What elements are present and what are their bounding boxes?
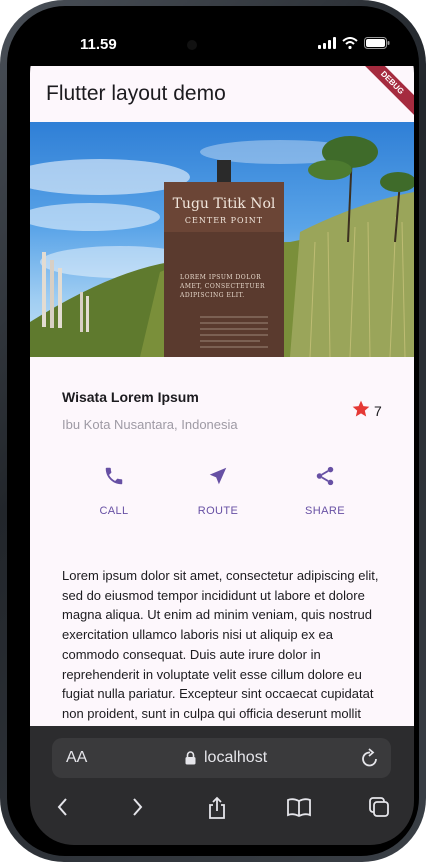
lock-icon bbox=[185, 751, 196, 765]
browser-nav-row bbox=[30, 796, 414, 826]
share-label: SHARE bbox=[305, 505, 345, 517]
route-label: ROUTE bbox=[197, 505, 239, 517]
share-icon bbox=[316, 466, 334, 486]
place-location: Ibu Kota Nusantara, Indonesia bbox=[62, 417, 238, 432]
text-size-button[interactable]: AA bbox=[66, 749, 87, 767]
share-button[interactable]: SHARE bbox=[285, 465, 365, 517]
signal-icon bbox=[318, 37, 336, 49]
bookmarks-icon[interactable] bbox=[286, 796, 312, 818]
reload-icon[interactable] bbox=[361, 748, 379, 768]
phone-screen: 11.59 Flutter layout demo DEBUG Tugu Tit… bbox=[30, 29, 414, 845]
app-title: Flutter layout demo bbox=[46, 82, 226, 105]
sign-line-1: LOREM IPSUM DOLOR bbox=[180, 274, 261, 281]
status-icons bbox=[318, 37, 390, 49]
sign-line-3: ADIPISCING ELIT. bbox=[179, 292, 245, 299]
battery-icon bbox=[364, 37, 390, 49]
front-camera bbox=[187, 40, 197, 50]
forward-icon[interactable] bbox=[128, 796, 146, 818]
hero-illustration: Tugu Titik Nol CENTER POINT LOREM IPSUM … bbox=[30, 136, 414, 357]
back-icon[interactable] bbox=[54, 796, 72, 818]
address-bar[interactable]: AA localhost bbox=[52, 738, 391, 778]
wifi-icon bbox=[342, 37, 358, 49]
place-name: Wisata Lorem Ipsum bbox=[62, 389, 199, 405]
sign-subtitle: CENTER POINT bbox=[185, 216, 263, 225]
action-buttons: CALL ROUTE SHARE bbox=[30, 449, 414, 529]
navigation-icon bbox=[209, 467, 227, 485]
browser-toolbar: AA localhost bbox=[30, 726, 414, 845]
share-sheet-icon[interactable] bbox=[206, 796, 228, 820]
debug-banner: DEBUG bbox=[353, 66, 414, 122]
star-icon bbox=[352, 400, 370, 417]
call-button[interactable]: CALL bbox=[74, 465, 154, 517]
app-bar: Flutter layout demo DEBUG bbox=[30, 66, 414, 122]
hero-image: Tugu Titik Nol CENTER POINT LOREM IPSUM … bbox=[30, 122, 414, 357]
sign-title: Tugu Titik Nol bbox=[173, 196, 276, 212]
call-label: CALL bbox=[99, 505, 129, 517]
sign-line-2: AMET, CONSECTETUER bbox=[179, 283, 265, 290]
phone-bezel: 11.59 Flutter layout demo DEBUG Tugu Tit… bbox=[7, 6, 419, 856]
phone-icon bbox=[105, 467, 123, 485]
app-content: Flutter layout demo DEBUG Tugu Titik Nol… bbox=[30, 66, 414, 726]
description-text: Lorem ipsum dolor sit amet, consectetur … bbox=[62, 568, 379, 726]
tabs-icon[interactable] bbox=[368, 796, 390, 818]
route-button[interactable]: ROUTE bbox=[178, 465, 258, 517]
status-bar: 11.59 bbox=[30, 29, 414, 67]
phone-frame: 11.59 Flutter layout demo DEBUG Tugu Tit… bbox=[0, 0, 426, 862]
status-time: 11.59 bbox=[80, 36, 117, 53]
url-text[interactable]: localhost bbox=[204, 749, 267, 767]
title-section: Wisata Lorem Ipsum Ibu Kota Nusantara, I… bbox=[30, 357, 414, 449]
rating-count: 7 bbox=[374, 403, 382, 419]
